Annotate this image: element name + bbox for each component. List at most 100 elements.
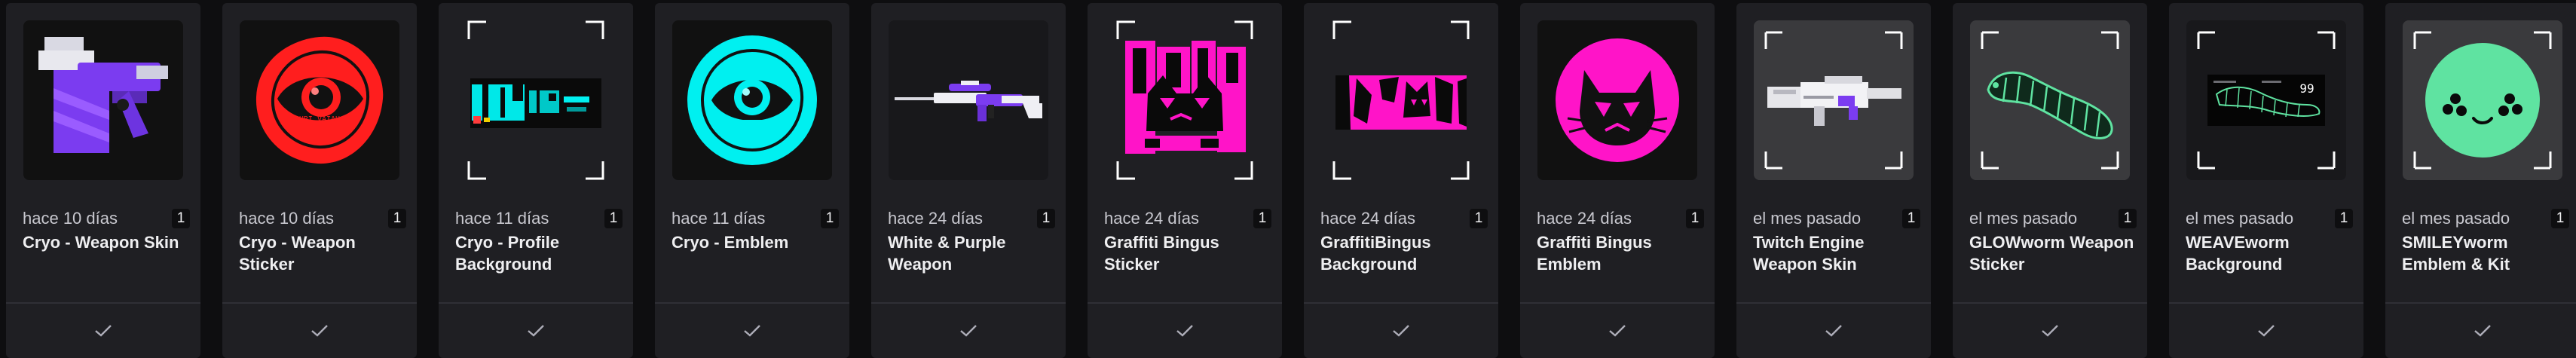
item-card[interactable]: hace 24 días 1 Graffiti Bingus Emblem [1520,3,1715,358]
item-meta: hace 24 días 1 [1320,207,1488,230]
claimed-status [1304,304,1498,358]
graffiti-bingus-sticker-icon [1088,3,1282,197]
item-title: GLOWworm Weapon Sticker [1969,233,2134,274]
item-time: hace 10 días [23,209,118,228]
item-quantity-badge: 1 [821,209,839,228]
checkmark-icon [311,325,328,337]
claimed-status [222,304,417,358]
glowworm-icon [1970,20,2130,180]
checkmark-icon [2474,325,2491,337]
item-card[interactable]: hace 10 días 1 Cryo - Weapon Skin [6,3,200,358]
checkmark-icon [1176,325,1193,337]
item-thumbnail [1970,20,2130,180]
checkmark-icon [2258,325,2275,337]
checkmark-icon [1825,325,1842,337]
item-thumbnail [1754,20,1914,180]
item-card[interactable]: el mes pasado 1 GLOWworm Weapon Sticker [1953,3,2147,358]
checkmark-icon [528,325,544,337]
item-thumbnail [439,3,633,197]
sniper-rifle-icon [889,20,1048,180]
checkmark-icon [1393,325,1409,337]
svg-text:99: 99 [2299,81,2314,96]
item-thumbnail [889,20,1048,180]
claimed-status [439,304,633,358]
cryo-red-eye-sticker-icon: JURI_VAIAHA [240,20,399,180]
item-time: el mes pasado [2186,209,2294,228]
item-title: Cryo - Weapon Sticker [239,233,356,274]
cryo-weapon-skin-icon [23,20,183,180]
item-time: hace 24 días [1320,209,1415,228]
item-card[interactable]: hace 24 días 1 White & Purple Weapon [871,3,1066,358]
item-title: WEAVEworm Background [2186,233,2290,274]
item-title: Cryo - Emblem [672,233,789,252]
item-title: Cryo - Weapon Skin [23,233,179,252]
item-time: hace 10 días [239,209,334,228]
cryo-cyan-eye-emblem-icon [672,20,832,180]
cat-face-emblem-icon [1537,20,1697,180]
item-meta: el mes pasado 1 [1753,207,1920,230]
checkmark-icon [960,325,977,337]
item-card[interactable]: el mes pasado 1 Twitch Engine Weapon Ski… [1736,3,1931,358]
item-title: Graffiti Bingus Sticker [1104,233,1219,274]
item-time: hace 24 días [1104,209,1199,228]
item-quantity-badge: 1 [172,209,190,228]
claimed-status [1520,304,1715,358]
item-quantity-badge: 1 [1686,209,1704,228]
item-title: Twitch Engine Weapon Skin [1753,233,1865,274]
item-time: hace 11 días [455,209,549,228]
inventory-strip: hace 10 días 1 Cryo - Weapon Skin JURI_V… [0,0,2576,358]
item-meta: hace 10 días 1 [23,207,190,230]
item-time: el mes pasado [1969,209,2078,228]
claimed-status [2385,304,2576,358]
item-quantity-badge: 1 [2335,209,2353,228]
item-card[interactable]: 99 el mes pasado 1 WEAVEworm Background [2169,3,2363,358]
item-card[interactable]: hace 11 días 1 Cryo - Profile Background [439,3,633,358]
graffiti-bingus-background-icon [1304,3,1498,197]
twitch-engine-gun-icon [1754,20,1914,180]
item-time: el mes pasado [1753,209,1862,228]
item-card[interactable]: hace 24 días 1 Graffiti Bingus Sticker [1088,3,1282,358]
item-quantity-badge: 1 [1902,209,1920,228]
item-title: White & Purple Weapon [888,233,1006,274]
item-meta: hace 24 días 1 [1537,207,1704,230]
item-card[interactable]: hace 24 días 1 GraffitiBingus Background [1304,3,1498,358]
checkmark-icon [2042,325,2058,337]
item-meta: el mes pasado 1 [1969,207,2137,230]
item-meta: hace 24 días 1 [888,207,1055,230]
svg-text:JURI_VAIAHA: JURI_VAIAHA [295,115,344,124]
item-card[interactable]: el mes pasado 1 SMILEYworm Emblem & Kit [2385,3,2576,358]
claimed-status [2169,304,2363,358]
item-title: Cryo - Profile Background [455,233,560,274]
smiley-face-icon [2403,20,2562,180]
item-thumbnail [1304,3,1498,197]
item-meta: hace 11 días 1 [672,207,839,230]
item-meta: hace 11 días 1 [455,207,623,230]
claimed-status [6,304,200,358]
item-quantity-badge: 1 [388,209,406,228]
item-thumbnail [2403,20,2562,180]
item-thumbnail [1088,3,1282,197]
item-quantity-badge: 1 [1037,209,1055,228]
item-quantity-badge: 1 [604,209,623,228]
claimed-status [655,304,849,358]
item-meta: hace 10 días 1 [239,207,406,230]
item-title: SMILEYworm Emblem & Kit [2402,233,2510,274]
item-thumbnail [1537,20,1697,180]
item-quantity-badge: 1 [2119,209,2137,228]
claimed-status [1088,304,1282,358]
checkmark-icon [744,325,760,337]
claimed-status [871,304,1066,358]
cryo-profile-background-icon [439,3,633,197]
item-time: el mes pasado [2402,209,2510,228]
weaveworm-icon: 99 [2186,20,2346,180]
item-meta: el mes pasado 1 [2402,207,2569,230]
item-card[interactable]: hace 11 días 1 Cryo - Emblem [655,3,849,358]
item-card[interactable]: JURI_VAIAHA hace 10 días 1 Cryo - Weapon… [222,3,417,358]
item-quantity-badge: 1 [1470,209,1488,228]
item-title: GraffitiBingus Background [1320,233,1431,274]
checkmark-icon [95,325,112,337]
item-title: Graffiti Bingus Emblem [1537,233,1652,274]
item-thumbnail: JURI_VAIAHA [240,20,399,180]
item-thumbnail: 99 [2186,20,2346,180]
item-meta: hace 24 días 1 [1104,207,1271,230]
